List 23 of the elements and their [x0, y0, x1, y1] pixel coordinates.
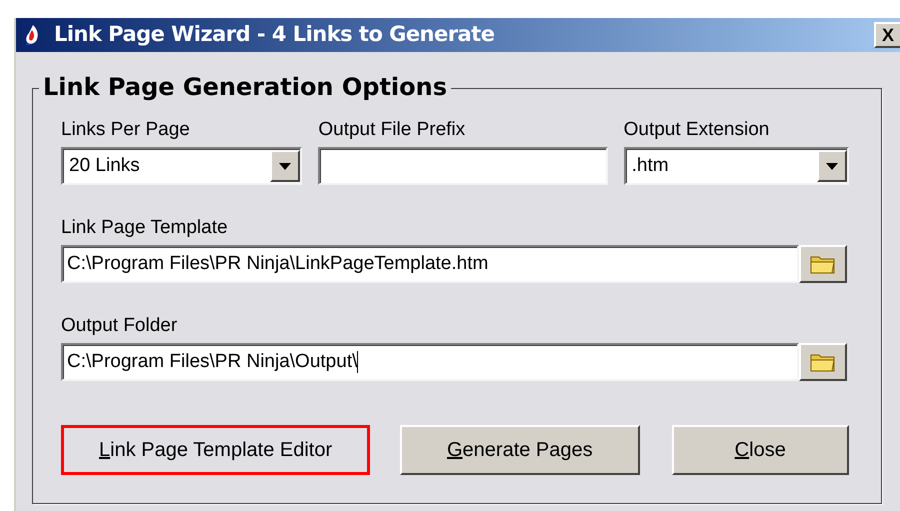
window-title: Link Page Wizard - 4 Links to Generate: [54, 21, 494, 48]
dialog-button[interactable]: Generate Pages: [400, 425, 640, 475]
input-field[interactable]: [318, 147, 608, 185]
browse-button[interactable]: [799, 343, 847, 381]
dialog-button[interactable]: Close: [672, 425, 850, 475]
title-close-button[interactable]: X: [874, 22, 900, 48]
dropdown[interactable]: .htm: [624, 147, 849, 185]
field-label: Link Page Template: [61, 216, 229, 240]
field-label: Output File Prefix: [318, 118, 466, 142]
caret-icon: [279, 162, 292, 170]
browse-button[interactable]: [799, 245, 847, 283]
folder-icon: [810, 352, 836, 372]
folder-icon: [810, 254, 836, 274]
caret-icon: [826, 162, 838, 170]
dropdown-button[interactable]: [270, 150, 300, 182]
field-label: Links Per Page: [61, 118, 191, 142]
dialog-button[interactable]: Link Page Template Editor: [61, 425, 370, 475]
dropdown-button[interactable]: [817, 150, 847, 182]
field-label: Output Folder: [61, 314, 178, 338]
path-field[interactable]: C:\Program Files\PR Ninja\LinkPageTemplate.htm: [61, 245, 799, 283]
field-label: Output Extension: [624, 118, 770, 142]
dropdown[interactable]: 20 Links: [61, 147, 302, 185]
path-field[interactable]: C:\Program Files\PR Ninja\Output\: [61, 343, 799, 381]
